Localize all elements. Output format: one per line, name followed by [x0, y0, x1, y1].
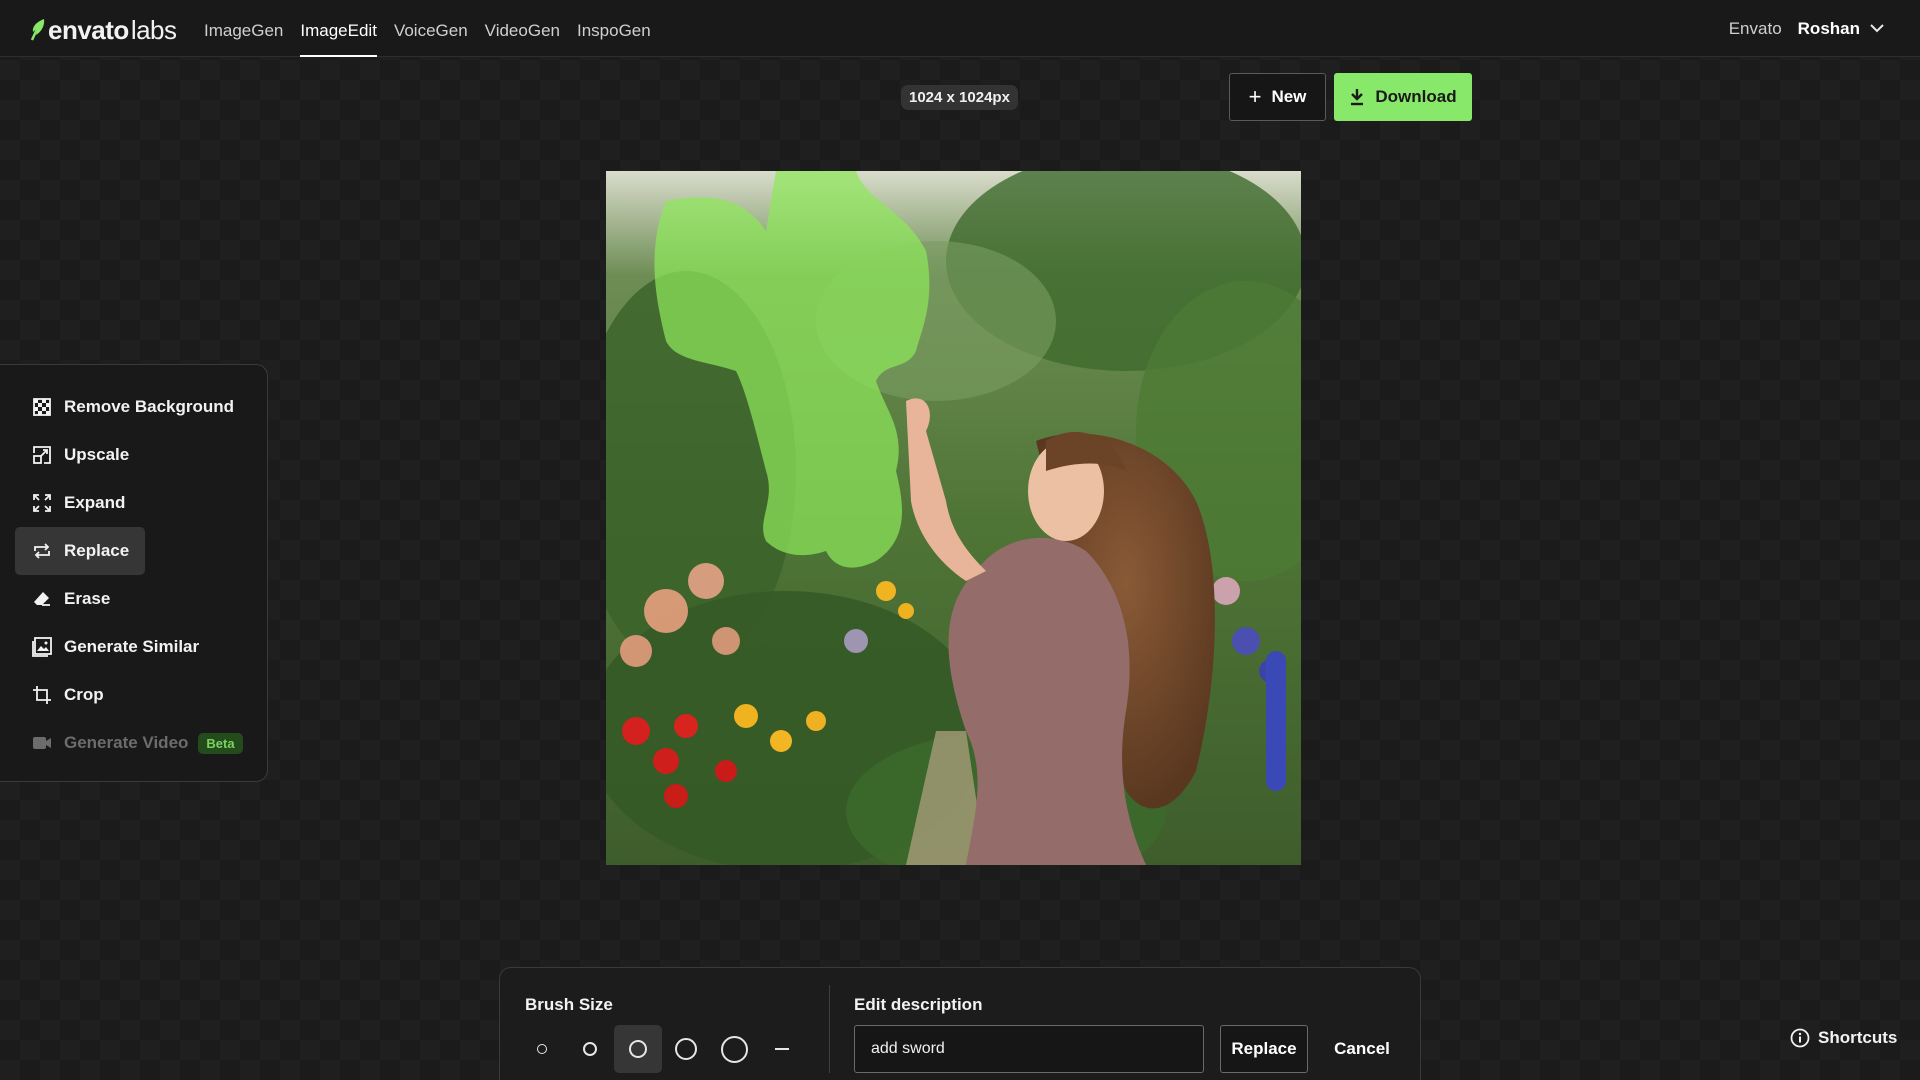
plus-icon: + [1248, 84, 1262, 109]
brush-size-line[interactable] [758, 1025, 806, 1073]
nav-imageedit[interactable]: ImageEdit [300, 0, 377, 57]
brush-size-xs[interactable] [518, 1025, 566, 1073]
tool-label: Remove Background [64, 397, 235, 416]
top-navigation-bar: envato labs ImageGen ImageEdit VoiceGen … [0, 0, 1920, 57]
nav-voicegen[interactable]: VoiceGen [394, 0, 468, 57]
video-camera-icon [32, 733, 52, 753]
chevron-down-icon [1870, 24, 1884, 33]
logo-envato-text: envato [48, 14, 129, 45]
main-nav: ImageGen ImageEdit VoiceGen VideoGen Ins… [204, 0, 668, 57]
brush-size-s[interactable] [566, 1025, 614, 1073]
shortcuts-label: Shortcuts [1818, 1028, 1898, 1047]
tool-label: Replace [64, 541, 130, 560]
download-icon [1351, 89, 1364, 106]
tool-label: Expand [64, 493, 126, 512]
nav-imagegen[interactable]: ImageGen [204, 0, 283, 57]
edit-panel: Brush Size Edit description Replace Canc… [499, 967, 1421, 1080]
logo-labs-text: labs [130, 14, 177, 45]
cancel-button[interactable]: Cancel [1322, 1025, 1402, 1073]
tools-panel: Remove Background Upscale Expand Replace… [0, 364, 268, 782]
tool-label: Crop [64, 685, 104, 704]
upscale-icon [32, 445, 52, 465]
edit-description-input[interactable] [854, 1025, 1204, 1073]
nav-videogen[interactable]: VideoGen [485, 0, 560, 57]
replace-button[interactable]: Replace [1220, 1025, 1308, 1073]
tool-replace[interactable]: Replace [15, 527, 146, 575]
download-button-label: Download [1375, 87, 1457, 106]
brush-size-xl[interactable] [710, 1025, 758, 1073]
expand-icon [32, 493, 52, 513]
image-size-badge: 1024 x 1024px [901, 85, 1018, 110]
edit-description-label: Edit description [854, 995, 983, 1014]
tool-label: Generate Video [64, 733, 189, 752]
user-area: Envato Roshan [1729, 0, 1884, 57]
beta-badge: Beta [198, 732, 243, 754]
envato-labs-logo[interactable]: envato labs [30, 14, 177, 45]
leaf-icon [30, 19, 45, 41]
tool-generate-similar[interactable]: Generate Similar [15, 623, 215, 671]
tool-label: Generate Similar [64, 637, 200, 656]
brush-size-l[interactable] [662, 1025, 710, 1073]
tool-label: Upscale [64, 445, 130, 464]
tool-erase[interactable]: Erase [15, 575, 126, 623]
image-icon [32, 637, 52, 657]
new-button-label: New [1271, 87, 1307, 106]
tool-remove-background[interactable]: Remove Background [15, 383, 250, 431]
checkerboard-icon [32, 397, 52, 417]
info-icon [1790, 1028, 1810, 1048]
crop-icon [32, 685, 52, 705]
user-name: Roshan [1797, 18, 1860, 38]
envato-link[interactable]: Envato [1729, 19, 1782, 39]
tool-label: Erase [64, 589, 111, 608]
replace-icon [32, 541, 52, 561]
image-canvas[interactable] [606, 171, 1301, 865]
new-button[interactable]: + New [1229, 73, 1326, 121]
tool-expand[interactable]: Expand [15, 479, 141, 527]
brush-size-m[interactable] [614, 1025, 662, 1073]
user-menu[interactable]: Roshan [1798, 19, 1884, 39]
eraser-icon [32, 589, 52, 609]
photo-woman-bouquet [606, 171, 1301, 865]
tool-crop[interactable]: Crop [15, 671, 120, 719]
editor-divider [829, 985, 830, 1073]
shortcuts-button[interactable]: Shortcuts [1790, 1028, 1897, 1048]
brush-size-label: Brush Size [525, 995, 613, 1014]
tool-generate-video: Generate Video Beta [15, 719, 259, 767]
tool-upscale[interactable]: Upscale [15, 431, 145, 479]
brush-size-selector [518, 1025, 806, 1073]
download-button[interactable]: Download [1334, 73, 1472, 121]
nav-inspogen[interactable]: InspoGen [577, 0, 651, 57]
